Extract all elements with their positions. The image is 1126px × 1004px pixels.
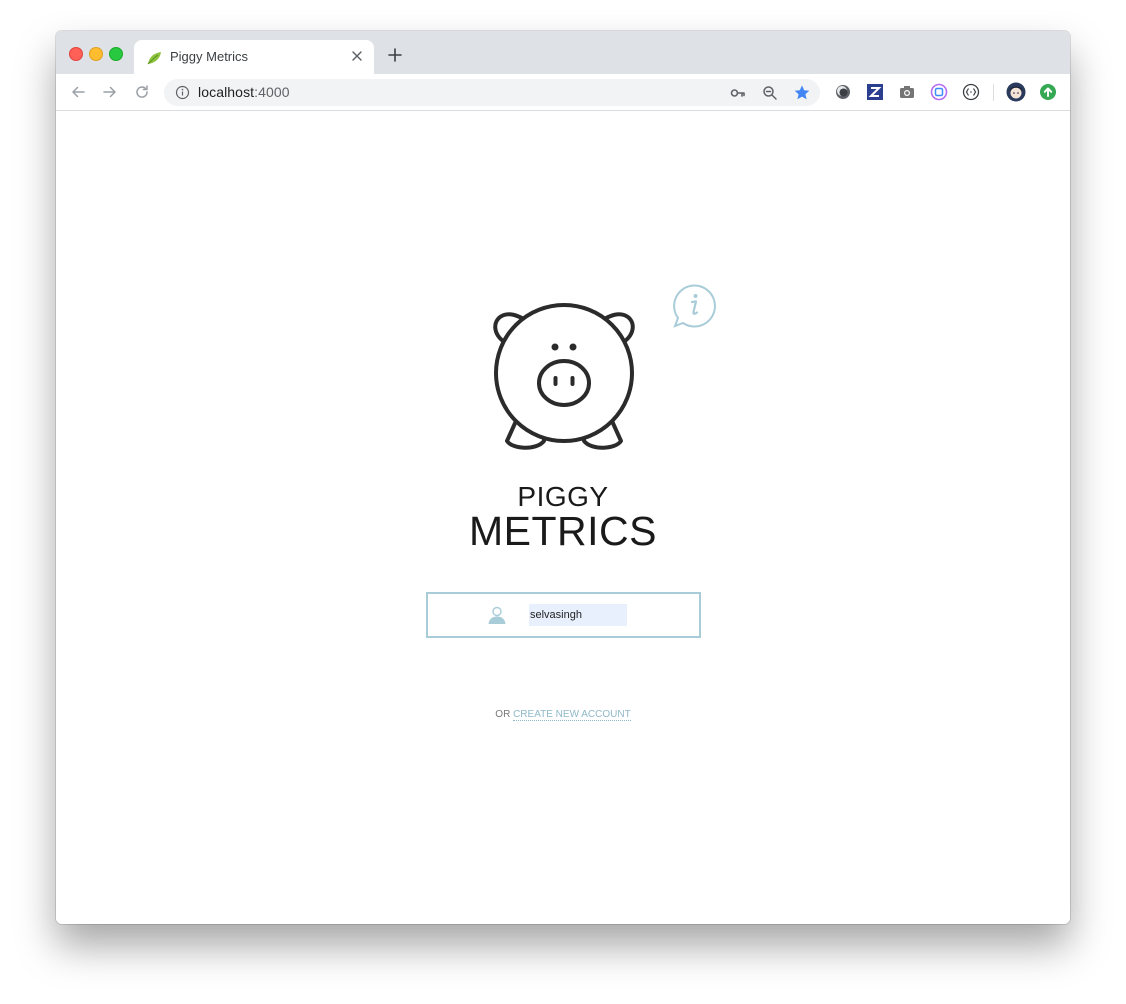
login-form — [426, 592, 701, 638]
profile-avatar-icon[interactable] — [1006, 82, 1026, 102]
forward-icon[interactable] — [102, 84, 118, 100]
browser-toolbar: localhost:4000 — [56, 74, 1070, 111]
brand-title-piggy: PIGGY — [517, 481, 609, 512]
create-account-link[interactable]: CREATE NEW ACCOUNT — [513, 709, 631, 721]
update-arrow-icon[interactable] — [1038, 82, 1058, 102]
url-host: localhost — [198, 84, 255, 100]
camera-icon[interactable] — [897, 82, 917, 102]
tab-strip: Piggy Metrics — [56, 31, 1070, 74]
url-text: localhost:4000 — [198, 84, 290, 100]
info-icon[interactable] — [175, 85, 190, 100]
extension-circle-icon[interactable] — [833, 82, 853, 102]
extension-brackets-icon[interactable] — [961, 82, 981, 102]
window-maximize-button[interactable] — [109, 47, 123, 61]
toolbar-divider — [993, 84, 994, 101]
brand-title-metrics: METRICS — [469, 508, 657, 554]
address-bar[interactable]: localhost:4000 — [164, 79, 820, 106]
page-content: PIGGY METRICS OR CREATE NEW ACCOUNT — [56, 111, 1070, 924]
piggy-bank-logo-icon — [493, 303, 635, 450]
close-icon[interactable] — [350, 49, 364, 63]
leaf-icon — [147, 52, 161, 65]
key-icon[interactable] — [729, 84, 747, 102]
back-icon[interactable] — [70, 84, 86, 100]
window-close-button[interactable] — [69, 47, 83, 61]
bookmark-star-icon[interactable] — [793, 84, 811, 102]
extension-z-icon[interactable] — [865, 82, 885, 102]
create-account-line: OR CREATE NEW ACCOUNT — [56, 709, 1070, 721]
new-tab-icon[interactable] — [387, 47, 403, 63]
or-text: OR — [495, 709, 511, 720]
tab-title: Piggy Metrics — [170, 49, 249, 64]
reload-icon[interactable] — [134, 84, 150, 100]
tab-piggy-metrics[interactable]: Piggy Metrics — [134, 40, 374, 74]
browser-window: Piggy Metrics localhost:4000 PIGGY METRI… — [56, 31, 1070, 924]
info-bubble-icon[interactable] — [671, 283, 717, 329]
zoom-out-icon[interactable] — [761, 84, 779, 102]
url-port: :4000 — [254, 84, 290, 100]
window-minimize-button[interactable] — [89, 47, 103, 61]
extension-square-icon[interactable] — [929, 82, 949, 102]
username-input[interactable] — [529, 604, 627, 626]
user-icon — [488, 606, 506, 624]
